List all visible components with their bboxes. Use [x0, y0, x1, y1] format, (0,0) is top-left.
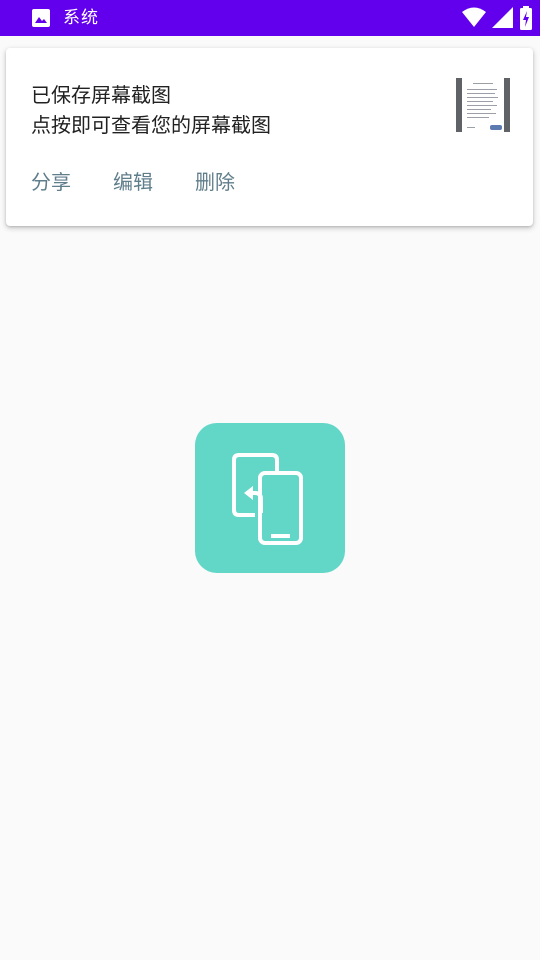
share-button[interactable]: 分享 — [31, 168, 71, 196]
edit-button[interactable]: 编辑 — [113, 168, 153, 196]
thumbnail-line — [467, 101, 493, 102]
status-bar-left: 系统 — [31, 7, 99, 29]
status-bar-right — [456, 6, 532, 30]
notification-text: 点按即可查看您的屏幕截图 — [31, 113, 271, 137]
thumbnail-page — [462, 78, 504, 132]
signal-icon — [486, 7, 514, 29]
status-bar: 系统 — [0, 0, 540, 36]
app-logo — [195, 423, 345, 573]
battery-icon — [514, 6, 532, 30]
screenshot-thumbnail[interactable] — [456, 78, 510, 132]
thumbnail-line — [467, 105, 497, 106]
thumbnail-line — [467, 113, 496, 114]
image-icon — [31, 8, 51, 28]
thumbnail-line — [467, 117, 489, 118]
notification-title: 已保存屏幕截图 — [31, 83, 171, 107]
screenshot-notification[interactable]: 已保存屏幕截图 点按即可查看您的屏幕截图 分享 编辑 删除 — [6, 48, 533, 226]
thumbnail-line — [467, 89, 497, 90]
status-bar-app-title: 系统 — [63, 8, 99, 28]
wifi-icon — [456, 7, 486, 29]
thumbnail-line — [467, 109, 491, 110]
thumbnail-line — [467, 97, 498, 98]
thumbnail-line — [473, 83, 493, 84]
phone-transfer-icon — [232, 453, 303, 545]
notification-actions: 分享 编辑 删除 — [31, 168, 277, 196]
delete-button[interactable]: 删除 — [195, 168, 235, 196]
thumbnail-line — [467, 93, 495, 94]
thumbnail-line — [467, 127, 475, 128]
thumbnail-button — [490, 125, 502, 130]
